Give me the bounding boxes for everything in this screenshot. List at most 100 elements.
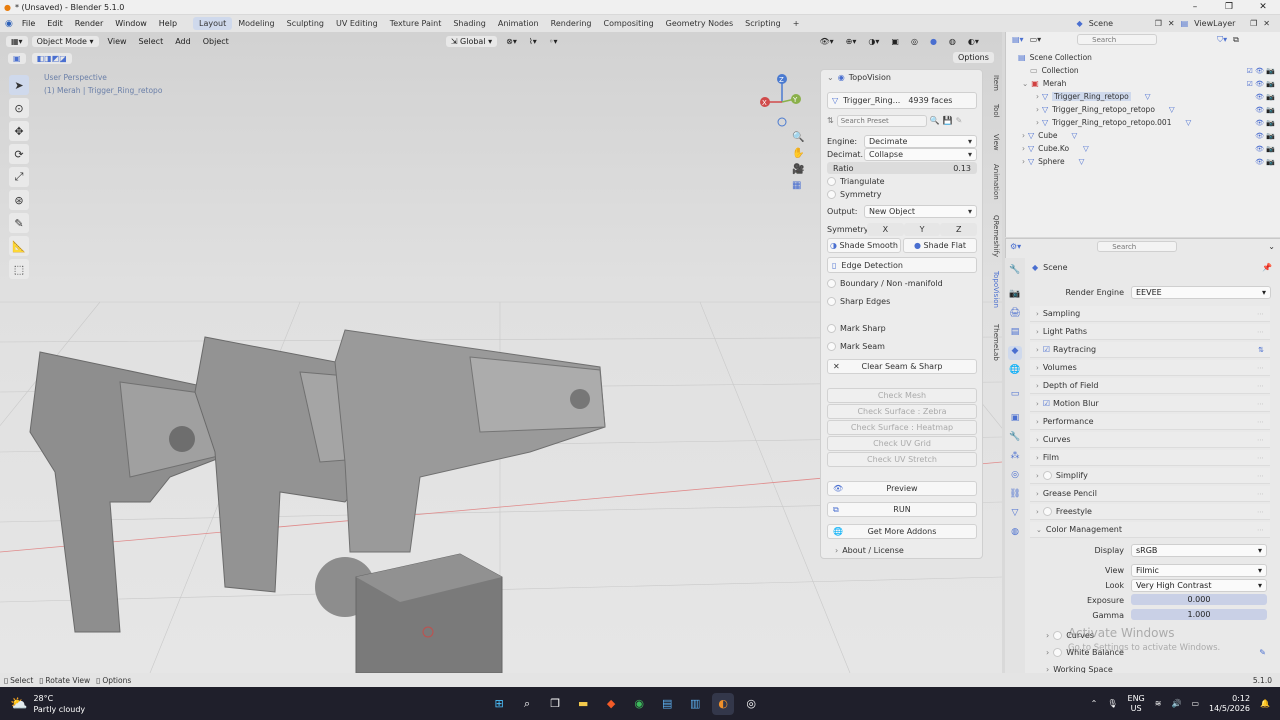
tool-tab-icon[interactable]: 🔧 [1008, 265, 1022, 279]
microphone-icon[interactable]: 🎙 [1107, 699, 1117, 708]
display-dropdown[interactable]: sRGB ▾ [1131, 544, 1267, 557]
section-curves[interactable]: › Curves ⋯ [1030, 432, 1270, 448]
tab-compositing[interactable]: Compositing [598, 17, 660, 30]
tab-texture-paint[interactable]: Texture Paint [384, 17, 448, 30]
section-volumes[interactable]: › Volumes ⋯ [1030, 360, 1270, 376]
outliner-row-trigger-ring[interactable]: › ▽ Trigger_Ring_retopo ▽ 👁 📷 [1006, 90, 1280, 103]
ratio-slider[interactable]: Ratio 0.13 [827, 162, 977, 174]
transform-orientation[interactable]: ⇲ Global ▾ [445, 35, 498, 47]
mark-sharp-row[interactable]: Mark Sharp [827, 324, 977, 333]
sym-x-button[interactable]: X [867, 222, 904, 236]
sym-z-button[interactable]: Z [940, 222, 978, 236]
material-tab-icon[interactable]: ◍ [1008, 527, 1022, 541]
section-color-management[interactable]: ⌄ Color Management ⋯ [1030, 522, 1270, 538]
section-depth-of-field[interactable]: › Depth of Field ⋯ [1030, 378, 1270, 394]
tab-qremeshify[interactable]: QRemeshify [986, 215, 1000, 257]
section-freestyle[interactable]: › Freestyle ⋯ [1030, 504, 1270, 520]
close-button[interactable]: ✕ [1246, 2, 1280, 12]
gizmo-icon[interactable]: ⊕▾ [841, 36, 862, 47]
tray-chevron-icon[interactable]: ⌃ [1091, 699, 1098, 708]
modifier-tab-icon[interactable]: 🔧 [1008, 432, 1022, 446]
properties-options-icon[interactable]: ⌄ [1268, 242, 1275, 251]
menu-file[interactable]: File [16, 19, 41, 28]
viewport-menu-object[interactable]: Object [198, 36, 234, 47]
scene-name[interactable]: Scene [1089, 19, 1149, 28]
tab-topovision[interactable]: TopoVision [986, 271, 1000, 308]
weather-widget[interactable]: ⛅ 28°C Partly cloudy [10, 693, 85, 715]
gamma-slider[interactable]: 1.000 [1131, 609, 1267, 620]
save-preset-icon[interactable]: 💾 [943, 116, 953, 125]
symmetry-row[interactable]: Symmetry [827, 190, 977, 199]
constraints-tab-icon[interactable]: ⛓ [1008, 489, 1022, 503]
preset-search-input[interactable] [836, 114, 927, 127]
visibility-toggles[interactable]: 👁 📷 [1255, 119, 1275, 127]
viewport-options-button[interactable]: Options [953, 52, 994, 63]
delete-scene-icon[interactable]: ✕ [1168, 19, 1175, 28]
tab-sculpting[interactable]: Sculpting [281, 17, 330, 30]
cursor-tool-icon[interactable]: ⊙ [9, 98, 29, 118]
shading-rendered-icon[interactable]: ◐▾ [963, 36, 984, 47]
run-button[interactable]: ⧉ RUN [827, 501, 977, 517]
select-box-icon[interactable]: ▣ [8, 53, 26, 64]
maximize-button[interactable]: ❐ [1212, 2, 1246, 12]
edge-detection-header[interactable]: ▯ Edge Detection [827, 257, 977, 273]
exposure-slider[interactable]: 0.000 [1131, 594, 1267, 605]
render-tab-icon[interactable]: 📷 [1008, 289, 1022, 303]
topovision-header[interactable]: ⌄ ◉ TopoVision [827, 73, 977, 82]
engine-dropdown[interactable]: Decimate ▾ [864, 134, 977, 148]
overlay-icon[interactable]: ◑▾ [863, 36, 884, 47]
viewport-menu-select[interactable]: Select [134, 36, 169, 47]
freestyle-checkbox[interactable] [1042, 507, 1052, 516]
clock[interactable]: 0:12 14/5/2026 [1209, 694, 1250, 714]
annotate-tool-icon[interactable]: ✎ [9, 213, 29, 233]
menu-window[interactable]: Window [109, 19, 153, 28]
section-performance[interactable]: › Performance ⋯ [1030, 414, 1270, 430]
sym-y-button[interactable]: Y [903, 222, 941, 236]
boundary-checkbox[interactable] [827, 279, 836, 288]
shading-wire-icon[interactable]: ◎ [906, 36, 923, 47]
visibility-icon[interactable]: 👁▾ [815, 36, 839, 47]
view-dropdown[interactable]: Filmic ▾ [1131, 564, 1267, 577]
delete-layer-icon[interactable]: ✕ [1263, 19, 1270, 28]
tab-view[interactable]: View [986, 134, 1000, 151]
outliner-row-merah[interactable]: ⌄ ▣ Merah ☑ 👁 📷 [1006, 77, 1280, 90]
menu-help[interactable]: Help [153, 19, 183, 28]
visibility-toggles[interactable]: ☑ 👁 📷 [1247, 67, 1275, 75]
section-simplify[interactable]: › Simplify ⋯ [1030, 468, 1270, 484]
chrome-icon[interactable]: ◉ [628, 693, 650, 715]
transform-tool-icon[interactable]: ⊛ [9, 190, 29, 210]
brave-browser-icon[interactable]: ◆ [600, 693, 622, 715]
scene-tab-icon[interactable]: ◆ [1008, 346, 1022, 360]
white-balance-checkbox[interactable] [1053, 648, 1063, 657]
outliner-row-trigger-ring-retopo[interactable]: › ▽ Trigger_Ring_retopo_retopo ▽ 👁 📷 [1006, 103, 1280, 116]
check-mesh-button[interactable]: Check Mesh [827, 387, 977, 403]
particles-tab-icon[interactable]: ⁂ [1008, 451, 1022, 465]
visibility-toggles[interactable]: 👁 📷 [1255, 158, 1275, 166]
triangulate-checkbox[interactable] [827, 177, 836, 186]
properties-search-input[interactable] [1097, 241, 1178, 252]
shade-smooth-button[interactable]: ◑ Shade Smooth [827, 237, 901, 253]
sharp-edges-row[interactable]: Sharp Edges [827, 297, 977, 306]
sharp-edges-checkbox[interactable] [827, 297, 836, 306]
visibility-toggles[interactable]: 👁 📷 [1255, 93, 1275, 101]
get-addons-button[interactable]: 🌐 Get More Addons [827, 523, 977, 539]
viewport-menu-view[interactable]: View [103, 36, 132, 47]
blender-taskbar-icon[interactable]: ◐ [712, 692, 735, 715]
properties-editor-icon[interactable]: ⚙▾ [1010, 242, 1021, 251]
outliner-editor-icon[interactable]: ▤▾ [1012, 35, 1024, 44]
visibility-toggles[interactable]: 👁 📷 [1255, 132, 1275, 140]
blender-menu-icon[interactable]: ◉ [2, 19, 16, 29]
tab-themelab[interactable]: ThemeLab [986, 324, 1000, 361]
object-tab-icon[interactable]: ▣ [1008, 413, 1022, 427]
section-raytracing[interactable]: › ☑ Raytracing ⇅ [1030, 342, 1270, 358]
tab-modeling[interactable]: Modeling [232, 17, 280, 30]
tab-uv-editing[interactable]: UV Editing [330, 17, 384, 30]
tab-shading[interactable]: Shading [447, 17, 492, 30]
look-dropdown[interactable]: Very High Contrast ▾ [1131, 579, 1267, 592]
menu-edit[interactable]: Edit [41, 19, 69, 28]
outliner-row-sphere[interactable]: › ▽ Sphere ▽ 👁 📷 [1006, 155, 1280, 168]
xray-icon[interactable]: ▣ [886, 36, 904, 47]
search-icon[interactable]: ⌕ [516, 693, 538, 715]
select-extend-icon[interactable]: ◧◨◩◪ [31, 53, 72, 64]
filter-icon[interactable]: ⛉▾ [1217, 35, 1227, 45]
